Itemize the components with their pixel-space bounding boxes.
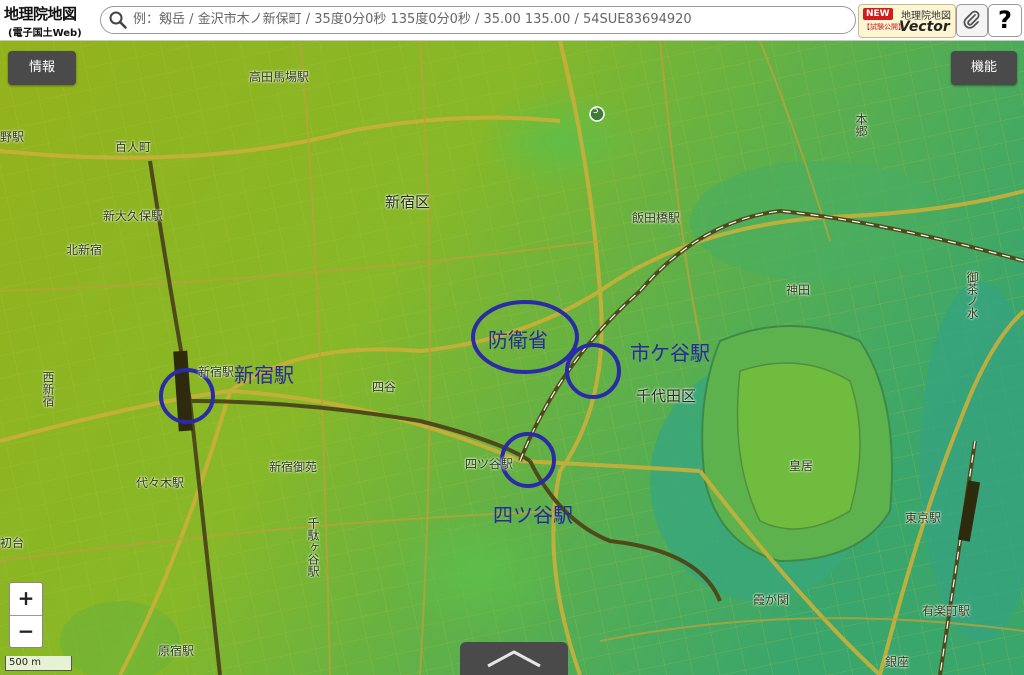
label-kanda: 神田 xyxy=(786,283,811,297)
info-button[interactable]: 情報 xyxy=(8,51,76,85)
label-yotsuya-station: 四ツ谷駅 xyxy=(465,457,514,471)
label-kitashinjuku: 北新宿 xyxy=(66,243,103,257)
label-tokyo-station: 東京駅 xyxy=(905,511,942,525)
label-ginza: 銀座 xyxy=(885,655,910,669)
zoom-out-button[interactable]: − xyxy=(10,616,42,648)
help-icon: ? xyxy=(998,6,1012,34)
label-takadanobaba: 高田馬場駅 xyxy=(249,70,310,84)
search-box[interactable] xyxy=(100,6,856,34)
route-number: 5 xyxy=(593,106,599,116)
new-badge: NEW xyxy=(863,8,893,20)
vector-label: Vector xyxy=(899,19,950,35)
label-yoyogi: 代々木駅 xyxy=(136,476,185,490)
label-kokyo: 皇居 xyxy=(789,459,814,473)
annotation-ichigaya: 市ケ谷駅 xyxy=(630,341,710,365)
zoom-in-button[interactable]: + xyxy=(10,583,42,616)
label-shinjukuku: 新宿区 xyxy=(385,193,431,211)
label-yotsuya: 四谷 xyxy=(372,380,397,394)
label-hongo: 本郷 xyxy=(854,113,868,137)
terrain-map[interactable] xyxy=(0,41,1024,675)
function-button[interactable]: 機能 xyxy=(951,51,1017,85)
scale-bar: 500 m xyxy=(5,656,72,671)
label-yurakucho: 有楽町駅 xyxy=(922,604,971,618)
logo-subtitle: (電子国土Web) xyxy=(8,28,82,39)
label-chiyodaku: 千代田区 xyxy=(636,387,697,405)
label-shinjuku-station: 新宿駅 xyxy=(198,365,235,379)
label-harajuku: 原宿駅 xyxy=(158,644,195,658)
label-nakano: 野駅 xyxy=(0,130,25,144)
header-bar: 地理院地図 (電子国土Web) NEW 【試験公開】 地理院地図 Vector … xyxy=(0,0,1024,41)
search-input[interactable] xyxy=(133,9,833,29)
label-iidabashi: 飯田橋駅 xyxy=(632,211,681,225)
annotation-shinjuku: 新宿駅 xyxy=(234,363,294,387)
help-button[interactable]: ? xyxy=(988,4,1022,37)
vector-map-button[interactable]: NEW 【試験公開】 地理院地図 Vector xyxy=(858,4,956,38)
label-hyakunincho: 百人町 xyxy=(115,140,152,154)
label-ochanomizu: 御茶ノ水 xyxy=(965,271,979,319)
bottom-drawer-toggle[interactable] xyxy=(460,642,568,675)
label-shinjukugyoen: 新宿御苑 xyxy=(269,460,318,474)
label-hatsudai: 初台 xyxy=(0,536,25,550)
zoom-control: + − xyxy=(9,582,43,648)
gsi-logo[interactable]: 地理院地図 (電子国土Web) xyxy=(4,3,96,39)
chevron-up-icon xyxy=(487,650,541,668)
annotation-yotsuya: 四ツ谷駅 xyxy=(493,503,573,527)
paperclip-icon xyxy=(963,10,980,29)
label-kasumigaseki: 霞が関 xyxy=(753,593,790,607)
link-button[interactable] xyxy=(956,4,988,37)
label-shinokubo: 新大久保駅 xyxy=(103,209,164,223)
annotation-defense: 防衛省 xyxy=(488,328,548,352)
label-sendagaya: 千駄ヶ谷駅 xyxy=(306,517,320,577)
logo-title: 地理院地図 xyxy=(4,5,77,23)
map-canvas[interactable]: 高田馬場駅 野駅 百人町 新大久保駅 北新宿 新宿区 飯田橋駅 神田 本郷 御茶… xyxy=(0,41,1024,675)
search-icon[interactable] xyxy=(109,11,127,29)
label-nishishinjuku: 西新宿 xyxy=(41,371,55,407)
